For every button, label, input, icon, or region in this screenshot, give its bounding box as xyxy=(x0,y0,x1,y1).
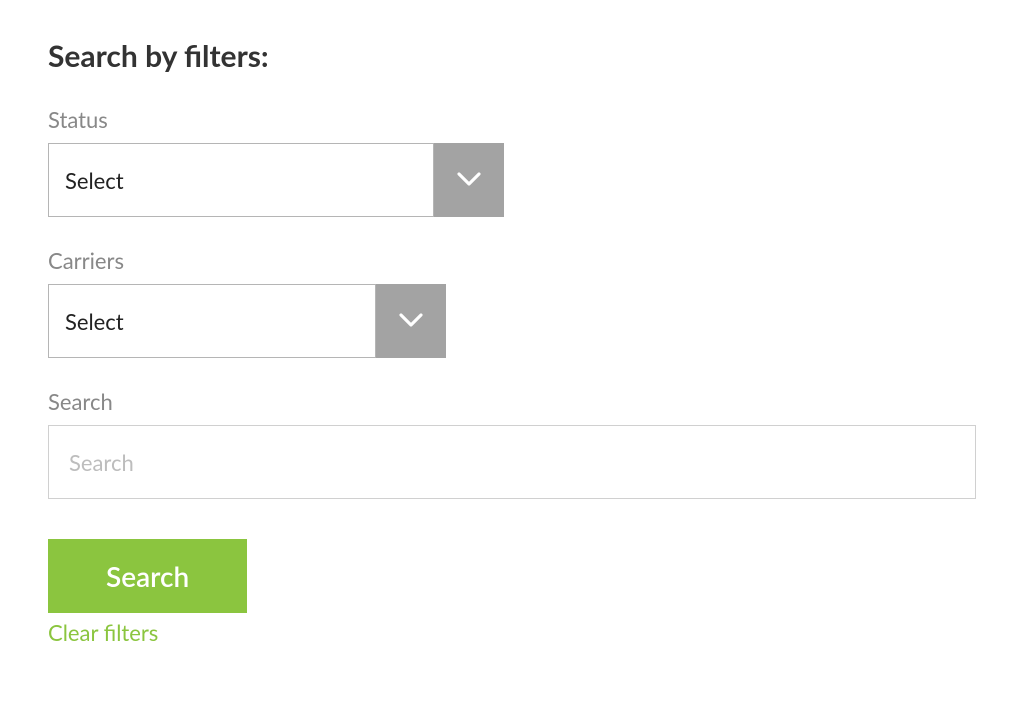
page-title: Search by filters: xyxy=(48,38,976,74)
carriers-select[interactable]: Select xyxy=(48,284,976,358)
search-label: Search xyxy=(48,388,976,415)
search-button[interactable]: Search xyxy=(48,539,247,613)
search-input[interactable] xyxy=(48,425,976,499)
clear-filters-link[interactable]: Clear filters xyxy=(48,619,158,646)
status-field-group: Status Select xyxy=(48,106,976,217)
status-select-toggle[interactable] xyxy=(434,143,504,217)
carriers-field-group: Carriers Select xyxy=(48,247,976,358)
search-field-group: Search xyxy=(48,388,976,499)
status-label: Status xyxy=(48,106,976,133)
chevron-down-icon xyxy=(396,305,426,338)
actions-group: Search Clear filters xyxy=(48,539,976,646)
status-select-value[interactable]: Select xyxy=(48,143,434,217)
status-select[interactable]: Select xyxy=(48,143,976,217)
carriers-select-value[interactable]: Select xyxy=(48,284,376,358)
carriers-label: Carriers xyxy=(48,247,976,274)
chevron-down-icon xyxy=(454,164,484,197)
carriers-select-toggle[interactable] xyxy=(376,284,446,358)
